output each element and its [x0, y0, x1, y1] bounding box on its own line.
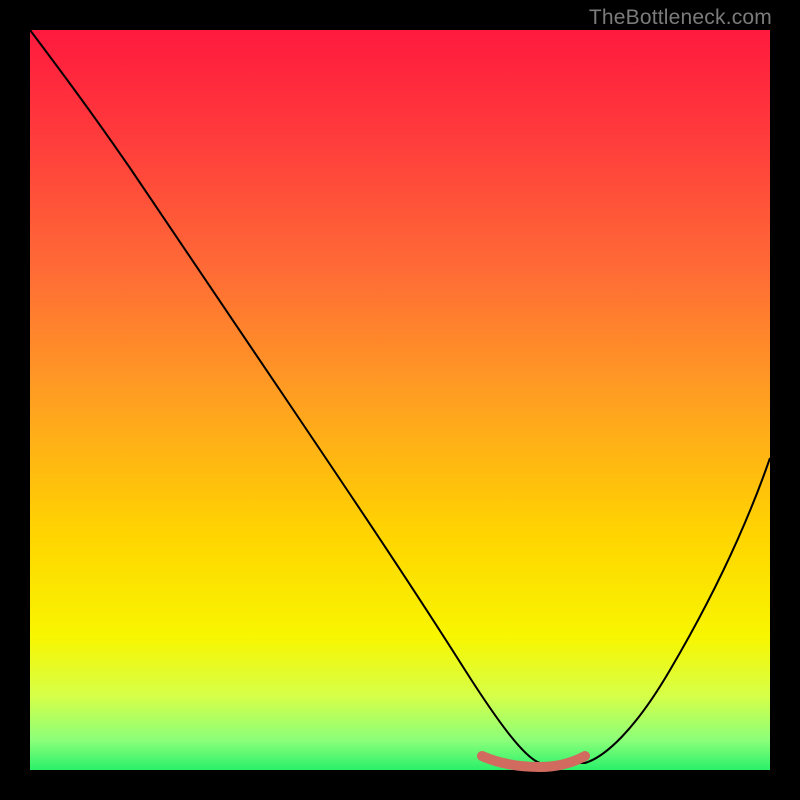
series-curve [30, 30, 770, 763]
watermark-text: TheBottleneck.com [589, 6, 772, 30]
plot-area [30, 30, 770, 770]
series-flat-bottom-highlight [482, 756, 585, 767]
chart-svg [30, 30, 770, 770]
chart-frame: TheBottleneck.com [0, 0, 800, 800]
